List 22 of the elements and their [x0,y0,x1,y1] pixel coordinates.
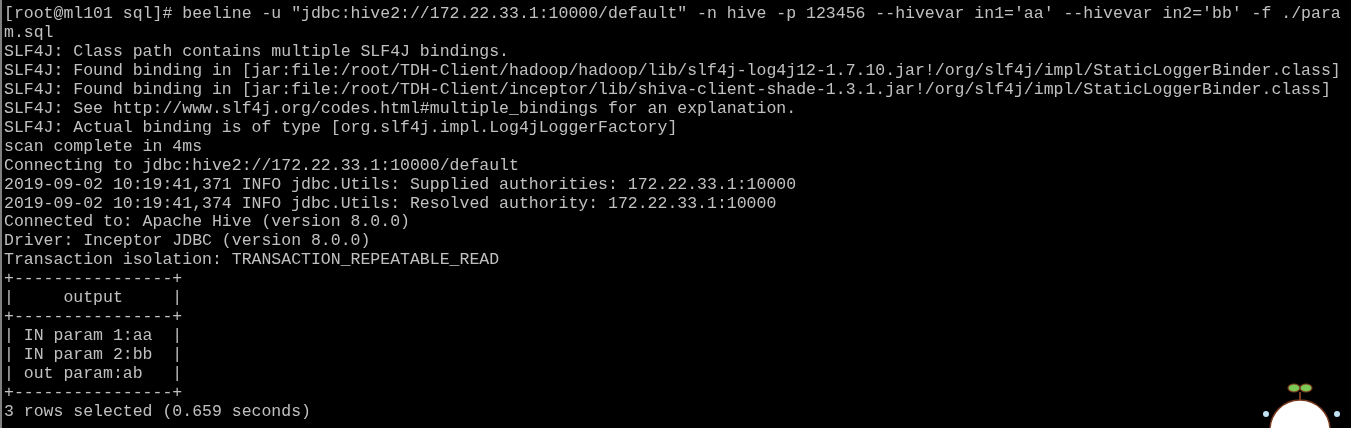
terminal-line: 3 rows selected (0.659 seconds) [4,403,311,422]
terminal-line: SLF4J: Class path contains multiple SLF4J bindings. [4,42,509,62]
terminal-line: 2019-09-02 10:19:41,374 INFO jdbc.Utils: Resolved authority: 172.22.33.1:10000 [4,194,777,214]
terminal-line: SLF4J: Found binding in [jar:file:/root/TDH-Client/hadoop/hadoop/lib/slf4j-log4j12-1.7.10.jar!/org/slf4j/impl/StaticLoggerBinder.class] [4,61,1341,81]
terminal-line: Connecting to jdbc:hive2://172.22.33.1:10000/default [4,156,519,176]
terminal-line: | IN param 2:bb | [4,346,183,366]
terminal-line: SLF4J: Actual binding is of type [org.slf4j.impl.Log4jLoggerFactory] [4,118,678,138]
terminal-line: | IN param 1:aa | [4,327,183,347]
terminal-line: | output | [4,289,183,309]
terminal-line: m.sql [4,23,54,43]
terminal-line: | out param:ab | [4,365,183,385]
terminal-line: Driver: Inceptor JDBC (version 8.0.0) [4,232,371,252]
terminal-line: SLF4J: See http://www.slf4j.org/codes.html#multiple_bindings for an explanation. [4,99,797,119]
terminal-line: 2019-09-02 10:19:41,371 INFO jdbc.Utils: Supplied authorities: 172.22.33.1:10000 [4,175,797,195]
terminal-line: +----------------+ [4,308,183,328]
terminal-line: Transaction isolation: TRANSACTION_REPEATABLE_READ [4,251,500,271]
terminal-line: +----------------+ [4,384,183,403]
terminal-line: [root@ml101 sql]# beeline -u "jdbc:hive2://172.22.33.1:10000/default" -n hive -p 123456 --hivevar in1='aa' --hivevar in2='bb' -f ./para [4,5,1341,24]
terminal-line: scan complete in 4ms [4,137,203,157]
terminal-line: SLF4J: Found binding in [jar:file:/root/TDH-Client/inceptor/lib/shiva-client-shade-1.3.1.jar!/org/slf4j/impl/StaticLoggerBinder.class] [4,80,1331,100]
terminal-line: +----------------+ [4,270,183,290]
terminal-line: Connected to: Apache Hive (version 8.0.0) [4,213,410,233]
